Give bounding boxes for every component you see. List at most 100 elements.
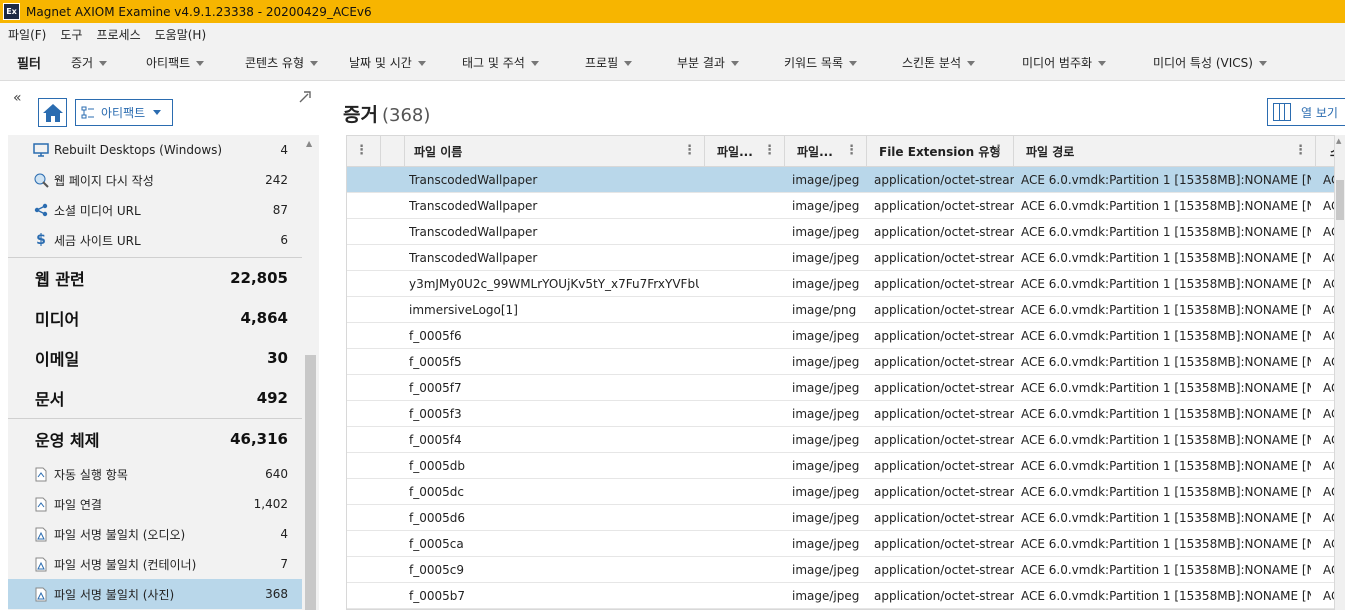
cell-file-path: ACE 6.0.vmdk:Partition 1 [15358MB]:NONAM… [1021, 485, 1311, 499]
table-row[interactable]: f_0005f5 image/jpeg application/octet-stre… [347, 349, 1334, 375]
right-scrollbar[interactable]: ▲ [1335, 135, 1345, 610]
column-file-path[interactable]: 파일 경로 ⋮ [1014, 136, 1316, 167]
table-row[interactable]: f_0005f7 image/jpeg application/octet-stre… [347, 375, 1334, 401]
cell-file-name: y3mJMy0U2c_99WMLrYOUjKv5tY_x7Fu7FrxYVFbU… [409, 277, 699, 291]
cell-extension-type: application/octet-stream [874, 251, 1014, 265]
column-checkbox[interactable] [381, 136, 405, 167]
result-count: (368) [381, 105, 431, 126]
table-row[interactable]: f_0005c9 image/jpeg application/octet-stre… [347, 557, 1334, 583]
artifact-rebuilt-desktops[interactable]: Rebuilt Desktops (Windows) 4 [8, 135, 302, 165]
cell-mime-type: image/jpeg [792, 537, 860, 551]
cell-mime-type: image/jpeg [792, 329, 860, 343]
column-menu[interactable]: ⋮ [347, 136, 381, 167]
filter-artifacts[interactable]: 아티팩트 [146, 54, 205, 71]
menu-process[interactable]: 프로세스 [96, 26, 140, 43]
artifact-signature-mismatch-container[interactable]: 파일 서명 불일치 (컨테이너) 7 [8, 549, 302, 579]
cell-file-name: TranscodedWallpaper [409, 173, 538, 187]
artifact-web-rewrite[interactable]: 웹 페이지 다시 작성 242 [8, 165, 302, 195]
cell-file-2 [717, 505, 787, 531]
column-source[interactable]: 소 [1316, 136, 1334, 167]
chevron-down-icon [730, 61, 739, 66]
collapse-pane-icon[interactable]: « [13, 90, 22, 106]
left-scrollbar[interactable]: ▲ [302, 135, 319, 610]
filter-evidence[interactable]: 증거 [71, 54, 108, 71]
table-row[interactable]: f_0005ca image/jpeg application/octet-stre… [347, 531, 1334, 557]
cell-file-2 [717, 427, 787, 453]
menu-tools[interactable]: 도구 [60, 26, 82, 43]
category-operating-system[interactable]: 운영 체제 46,316 [8, 419, 302, 459]
table-row[interactable]: f_0005d6 image/jpeg application/octet-stre… [347, 505, 1334, 531]
table-row[interactable]: f_0005f6 image/jpeg application/octet-stre… [347, 323, 1334, 349]
artifact-file-associations[interactable]: 파일 연결 1,402 [8, 489, 302, 519]
filter-date-time[interactable]: 날짜 및 시간 [349, 54, 426, 71]
cell-file-name: f_0005dc [409, 485, 464, 499]
table-row[interactable]: f_0005dc image/jpeg application/octet-stre… [347, 479, 1334, 505]
table-row[interactable]: f_0005db image/jpeg application/octet-stre… [347, 453, 1334, 479]
artifact-signature-mismatch-audio[interactable]: 파일 서명 불일치 (오디오) 4 [8, 519, 302, 549]
cell-file-path: ACE 6.0.vmdk:Partition 1 [15358MB]:NONAM… [1021, 355, 1311, 369]
menu-help[interactable]: 도움말(H) [155, 26, 207, 43]
table-row[interactable]: immersiveLogo[1] image/png application/oct… [347, 297, 1334, 323]
column-view-button[interactable]: 열 보기 [1267, 98, 1345, 126]
filter-tags[interactable]: 태그 및 주석 [462, 54, 539, 71]
column-file-extension-type[interactable]: File Extension 유형 ⋮ [867, 136, 1014, 167]
artifact-autorun-items[interactable]: 자동 실행 항목 640 [8, 459, 302, 489]
artifact-signature-mismatch-pictures[interactable]: 파일 서명 불일치 (사진) 368 [8, 579, 302, 609]
cell-file-2 [717, 557, 787, 583]
file-warning-icon [33, 586, 49, 602]
table-row[interactable]: f_0005f3 image/jpeg application/octet-stre… [347, 401, 1334, 427]
table-row[interactable]: TranscodedWallpaper image/jpeg application… [347, 245, 1334, 271]
table-row[interactable]: TranscodedWallpaper image/jpeg application… [347, 193, 1334, 219]
category-documents[interactable]: 문서 492 [8, 378, 302, 418]
cell-file-path: ACE 6.0.vmdk:Partition 1 [15358MB]:NONAM… [1021, 407, 1311, 421]
table-row[interactable]: TranscodedWallpaper image/jpeg application… [347, 219, 1334, 245]
artifact-view-dropdown[interactable]: 아티팩트 [75, 99, 173, 126]
table-row[interactable]: f_0005b7 image/jpeg application/octet-stre… [347, 583, 1334, 609]
cell-file-name: f_0005d6 [409, 511, 466, 525]
filter-partial-results[interactable]: 부분 결과 [677, 54, 739, 71]
cell-file-name: f_0005c9 [409, 563, 464, 577]
category-media[interactable]: 미디어 4,864 [8, 298, 302, 338]
column-file-name[interactable]: 파일 이름 ⋮ [405, 136, 705, 167]
chevron-down-icon [153, 110, 162, 115]
filter-media-categorization[interactable]: 미디어 범주화 [1022, 54, 1107, 71]
scroll-thumb[interactable] [305, 355, 316, 610]
category-email[interactable]: 이메일 30 [8, 338, 302, 378]
menu-file[interactable]: 파일(F) [8, 26, 46, 43]
cell-source: AC [1323, 589, 1334, 603]
cell-extension-type: application/octet-stream [874, 329, 1014, 343]
filter-media-attributes[interactable]: 미디어 특성 (VICS) [1153, 54, 1267, 71]
app-logo-icon: Ex [3, 3, 20, 20]
cell-file-name: f_0005f7 [409, 381, 462, 395]
scroll-thumb[interactable] [1336, 180, 1344, 220]
artifact-social-media-url[interactable]: 소셜 미디어 URL 87 [8, 195, 302, 225]
cell-file-name: TranscodedWallpaper [409, 199, 538, 213]
artifact-tax-site-url[interactable]: $ 세금 사이트 URL 6 [8, 225, 302, 255]
table-row[interactable]: TranscodedWallpaper image/jpeg application… [347, 167, 1334, 193]
column-file-2[interactable]: 파일... ⋮ [705, 136, 785, 167]
cell-extension-type: application/octet-stream [874, 277, 1014, 291]
cell-mime-type: image/jpeg [792, 277, 860, 291]
table-row[interactable]: f_0005f4 image/jpeg application/octet-stre… [347, 427, 1334, 453]
column-file-3[interactable]: 파일... ⋮ [785, 136, 867, 167]
chevron-down-icon [624, 61, 633, 66]
filter-profiles[interactable]: 프로필 [585, 54, 633, 71]
filter-skin-tone[interactable]: 스킨톤 분석 [902, 54, 976, 71]
cell-file-2 [717, 401, 787, 427]
web-rewrite-icon [33, 172, 49, 188]
home-button[interactable] [38, 98, 67, 127]
pop-out-icon[interactable] [298, 90, 312, 108]
filter-content-type[interactable]: 콘텐츠 유형 [245, 54, 319, 71]
cell-extension-type: application/octet-stream [874, 199, 1014, 213]
cell-file-path: ACE 6.0.vmdk:Partition 1 [15358MB]:NONAM… [1021, 589, 1311, 603]
cell-extension-type: application/octet-stream [874, 537, 1014, 551]
chevron-down-icon [1098, 61, 1107, 66]
table-row[interactable]: y3mJMy0U2c_99WMLrYOUjKv5tY_x7Fu7FrxYVFbU… [347, 271, 1334, 297]
cell-source: AC [1323, 511, 1334, 525]
cell-source: AC [1323, 355, 1334, 369]
cell-source: AC [1323, 225, 1334, 239]
cell-file-name: f_0005f5 [409, 355, 462, 369]
filter-keyword-lists[interactable]: 키워드 목록 [784, 54, 858, 71]
cell-mime-type: image/jpeg [792, 433, 860, 447]
category-web[interactable]: 웹 관련 22,805 [8, 258, 302, 298]
